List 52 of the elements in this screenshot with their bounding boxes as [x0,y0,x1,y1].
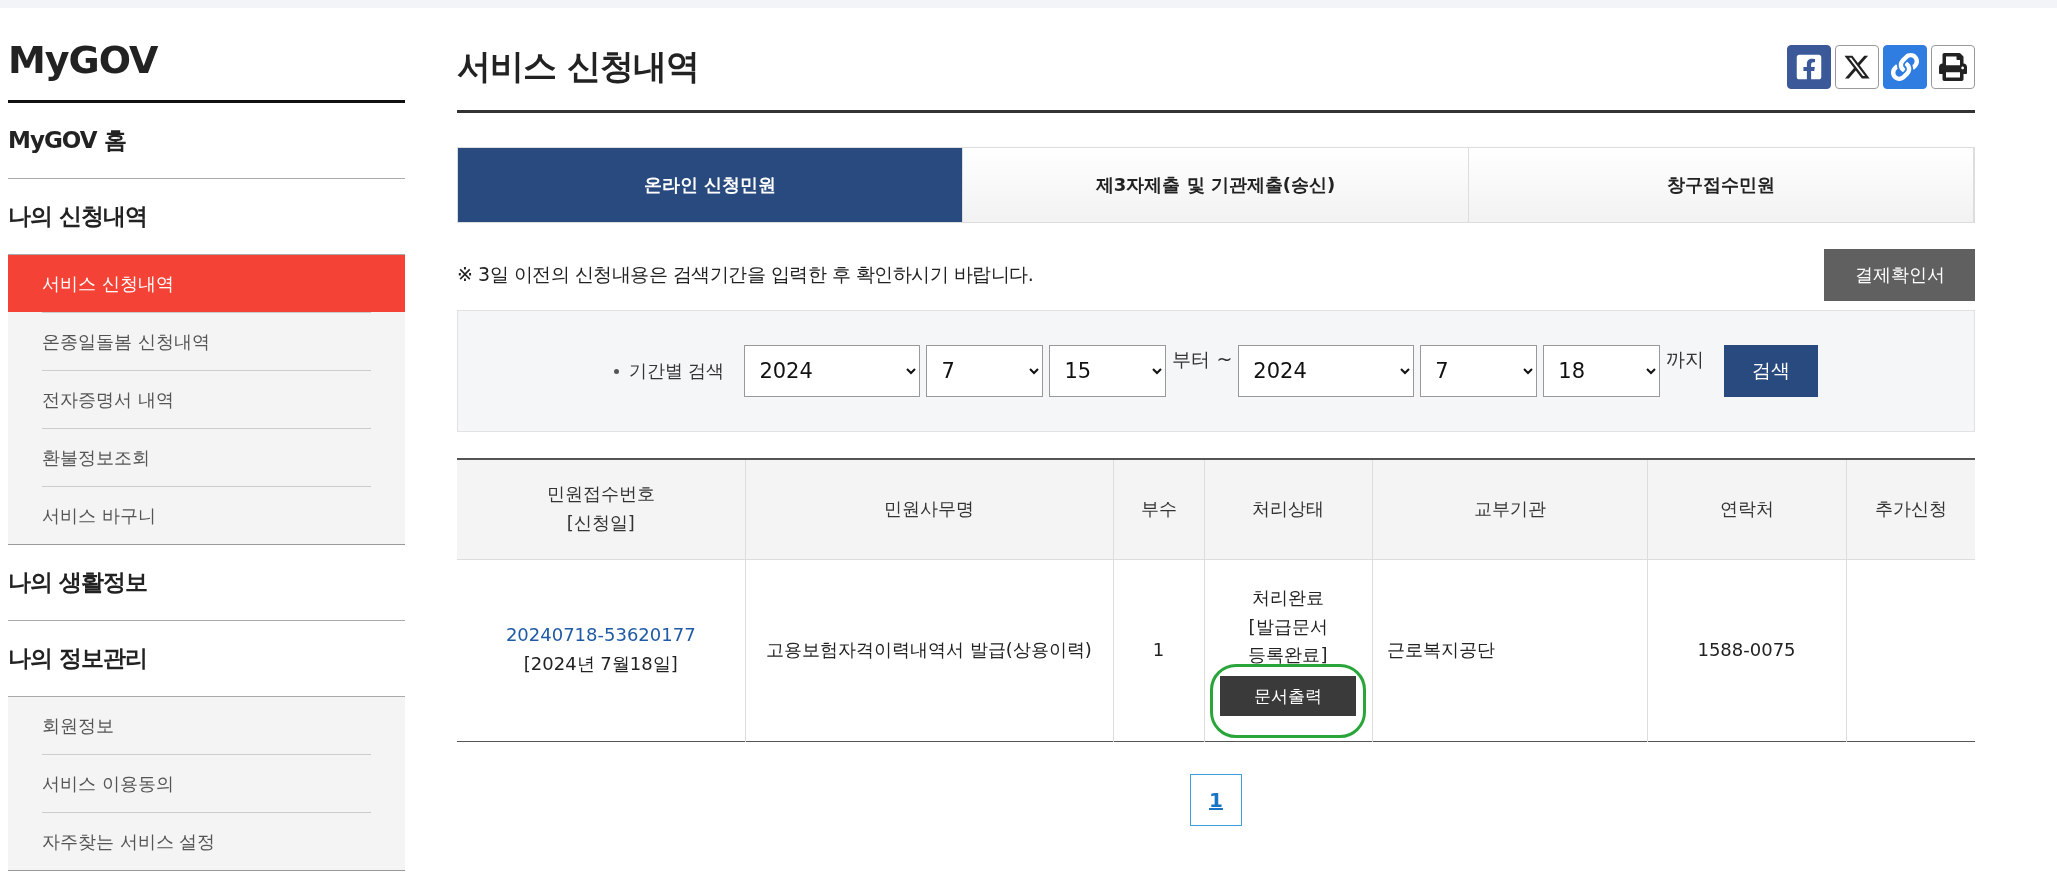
link-button[interactable] [1883,45,1927,89]
search-button[interactable]: 검색 [1724,345,1819,397]
table-cell: 근로복지공단 [1372,559,1647,741]
x-icon [1843,53,1871,81]
month-select[interactable]: 7 [1420,345,1538,397]
facebook-icon [1795,53,1823,81]
table-cell: 1588-0075 [1647,559,1846,741]
tab[interactable]: 제3자제출 및 기관제출(송신) [963,148,1469,222]
year-select[interactable]: 2024 [1238,345,1415,397]
column-header: 민원접수번호 [신청일] [457,459,745,559]
from-label: 부터 ~ [1172,347,1233,372]
print-icon [1939,53,1967,81]
notice-text: ※ 3일 이전의 신청내용은 검색기간을 입력한 후 확인하시기 바랍니다. [457,262,1034,287]
x-button[interactable] [1835,45,1879,89]
day-select[interactable]: 18 [1543,345,1661,397]
application-date: [2024년 7월18일] [522,652,679,676]
table-cell: 1 [1113,559,1204,741]
sidebar-item[interactable]: 서비스 신청내역 [8,255,405,312]
column-header: 부수 [1113,459,1204,559]
print-document-button[interactable]: 문서출력 [1220,676,1356,717]
column-header: 교부기관 [1372,459,1647,559]
search-label: 기간별 검색 [628,359,725,383]
facebook-button[interactable] [1787,45,1831,89]
tab[interactable]: 창구접수민원 [1468,148,1974,222]
sidebar-item[interactable]: 온종일돌봄 신청내역 [8,313,405,370]
month-select[interactable]: 7 [926,345,1044,397]
column-header: 민원사무명 [745,459,1113,559]
sidebar-item[interactable]: 서비스 바구니 [8,487,405,544]
page-button[interactable]: 1 [1190,773,1242,826]
sidebar-item[interactable]: 서비스 이용동의 [8,755,405,812]
receipt-number-link[interactable]: 20240718-53620177 [458,621,744,650]
column-header: 연락처 [1647,459,1846,559]
sidebar-item[interactable]: 회원정보 [8,697,405,754]
receipt-button[interactable]: 결제확인서 [1824,249,1975,301]
sidebar-title: MyGOV [8,38,405,103]
day-select[interactable]: 15 [1049,345,1167,397]
column-header: 추가신청 [1846,459,1975,559]
status-text: 처리완료 [발급문서 등록완료] [1248,585,1328,668]
print-button[interactable] [1931,45,1975,89]
sidebar-section[interactable]: MyGOV 홈 [8,103,405,179]
bullet-icon [613,368,619,374]
link-icon [1891,53,1919,81]
page-title: 서비스 신청내역 [457,45,699,88]
year-select[interactable]: 2024 [744,345,921,397]
column-header: 처리상태 [1204,459,1372,559]
sidebar-item[interactable]: 전자증명서 내역 [8,371,405,428]
tab[interactable]: 온라인 신청민원 [458,148,964,222]
to-label: 까지 [1666,347,1705,372]
sidebar-item[interactable]: 환불정보조회 [8,429,405,486]
sidebar-item[interactable]: 자주찾는 서비스 설정 [8,813,405,870]
table-cell: 고용보험자격이력내역서 발급(상용이력) [745,559,1113,741]
sidebar-section[interactable]: 나의 생활정보 [8,545,405,621]
